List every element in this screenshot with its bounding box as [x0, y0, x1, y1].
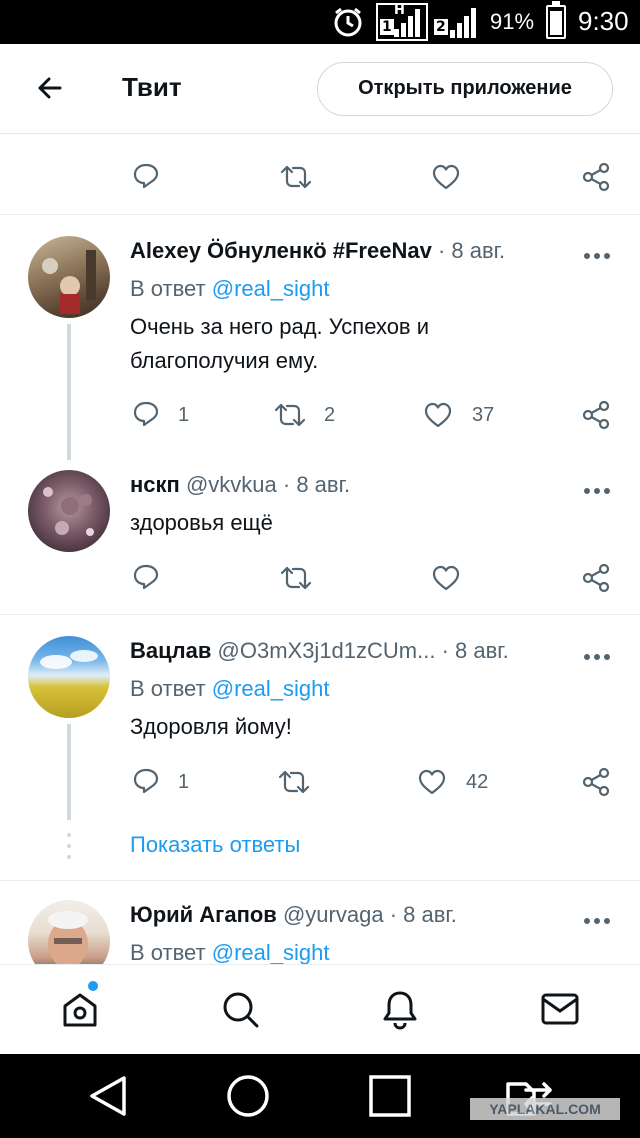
tweet-text: Очень за него рад. Успехов и благополучи…	[130, 314, 430, 373]
battery-icon	[546, 1, 566, 39]
avatar[interactable]	[28, 470, 110, 552]
like-count: 37	[472, 404, 495, 426]
author-handle[interactable]: @yurvaga	[283, 902, 384, 927]
more-options-icon[interactable]	[582, 911, 612, 924]
retweet-icon[interactable]	[280, 164, 312, 190]
thread-line	[67, 724, 71, 820]
divider	[0, 614, 640, 615]
reply-icon[interactable]	[132, 563, 160, 591]
share-icon[interactable]	[582, 162, 610, 192]
tweet-author-line: нскп @vkvkua · 8 авг.	[130, 472, 570, 498]
divider	[0, 880, 640, 881]
retweet-icon[interactable]	[278, 769, 310, 795]
like-icon[interactable]	[432, 164, 460, 190]
notification-dot	[88, 981, 98, 991]
more-options-icon[interactable]	[582, 246, 612, 259]
more-options-icon[interactable]	[582, 481, 612, 494]
alarm-icon	[332, 6, 364, 38]
reply-context: В ответ @real_sight	[130, 940, 329, 966]
battery-level-fill	[550, 11, 562, 35]
thread-dots-icon	[66, 832, 72, 862]
author-name[interactable]: нскп	[130, 472, 180, 497]
clock: 9:30	[578, 6, 629, 36]
mention-link[interactable]: @real_sight	[212, 940, 330, 965]
tweet-text: здоровья ещё	[130, 510, 273, 535]
avatar[interactable]	[28, 636, 110, 718]
reply-icon[interactable]	[132, 400, 160, 428]
back-icon[interactable]	[86, 1074, 130, 1118]
tweet-date[interactable]: · 8 авг.	[442, 638, 509, 663]
mention-link[interactable]: @real_sight	[212, 276, 330, 301]
author-name[interactable]: Вацлав	[130, 638, 211, 663]
share-icon[interactable]	[582, 400, 610, 430]
avatar[interactable]	[28, 236, 110, 318]
reply-count: 1	[178, 404, 190, 426]
like-count: 42	[466, 771, 489, 793]
tweet-author-line: Alexey Öбнуленкö #FreeNav · 8 авг.	[130, 238, 570, 264]
page-title: Твит	[122, 72, 182, 102]
retweet-count: 2	[324, 404, 336, 426]
reply-prefix: В ответ	[130, 676, 212, 701]
like-icon[interactable]	[418, 769, 446, 795]
reply-count: 1	[178, 771, 190, 793]
author-handle[interactable]: @vkvkua	[186, 472, 277, 497]
reply-context: В ответ @real_sight	[130, 276, 329, 302]
sim2-signal-icon: 2	[432, 3, 484, 41]
battery-percent: 91%	[490, 9, 535, 34]
mail-icon[interactable]	[540, 991, 580, 1027]
tweet-author-line: Вацлав @O3mX3j1d1zCUm... · 8 авг.	[130, 638, 570, 664]
share-icon[interactable]	[582, 767, 610, 797]
reply-context: В ответ @real_sight	[130, 676, 329, 702]
search-icon[interactable]	[220, 989, 260, 1029]
like-icon[interactable]	[432, 565, 460, 591]
reply-icon[interactable]	[132, 767, 160, 795]
retweet-icon[interactable]	[280, 565, 312, 591]
top-app-bar: Твит Открыть приложение	[0, 44, 640, 134]
reply-prefix: В ответ	[130, 276, 212, 301]
tweet-date[interactable]: · 8 авг.	[390, 902, 457, 927]
reply-prefix: В ответ	[130, 940, 212, 965]
tweet-author-line: Юрий Агапов @yurvaga · 8 авг.	[130, 902, 570, 928]
home-circle-icon[interactable]	[226, 1074, 270, 1118]
reply-icon[interactable]	[132, 162, 160, 190]
show-replies-link[interactable]: Показать ответы	[130, 832, 300, 858]
home-icon[interactable]	[60, 989, 100, 1029]
watermark: YAPLAKAL.COM	[470, 1098, 620, 1120]
tweet-date[interactable]: · 8 авг.	[283, 472, 350, 497]
recents-icon[interactable]	[368, 1074, 412, 1118]
open-app-button[interactable]: Открыть приложение	[317, 62, 613, 116]
status-bar: H 1 2 91% 9:30	[0, 0, 640, 44]
share-icon[interactable]	[582, 563, 610, 593]
sim1-signal-icon: H 1	[376, 3, 428, 41]
divider	[0, 214, 640, 215]
like-icon[interactable]	[424, 402, 452, 428]
bell-icon[interactable]	[380, 989, 420, 1031]
back-arrow-icon[interactable]	[30, 68, 70, 108]
system-navigation-bar	[0, 1054, 640, 1138]
thread-line	[67, 324, 71, 460]
tweet-text: Здоровля йому!	[130, 714, 292, 739]
author-name[interactable]: Юрий Агапов	[130, 902, 277, 927]
tweet-date[interactable]: · 8 авг.	[438, 238, 505, 263]
author-name[interactable]: Alexey Öбнуленкö #FreeNav	[130, 238, 432, 264]
more-options-icon[interactable]	[582, 647, 612, 660]
retweet-icon[interactable]	[274, 402, 306, 428]
bottom-tab-bar	[0, 964, 640, 1054]
author-handle[interactable]: @O3mX3j1d1zCUm...	[218, 638, 436, 663]
mention-link[interactable]: @real_sight	[212, 676, 330, 701]
